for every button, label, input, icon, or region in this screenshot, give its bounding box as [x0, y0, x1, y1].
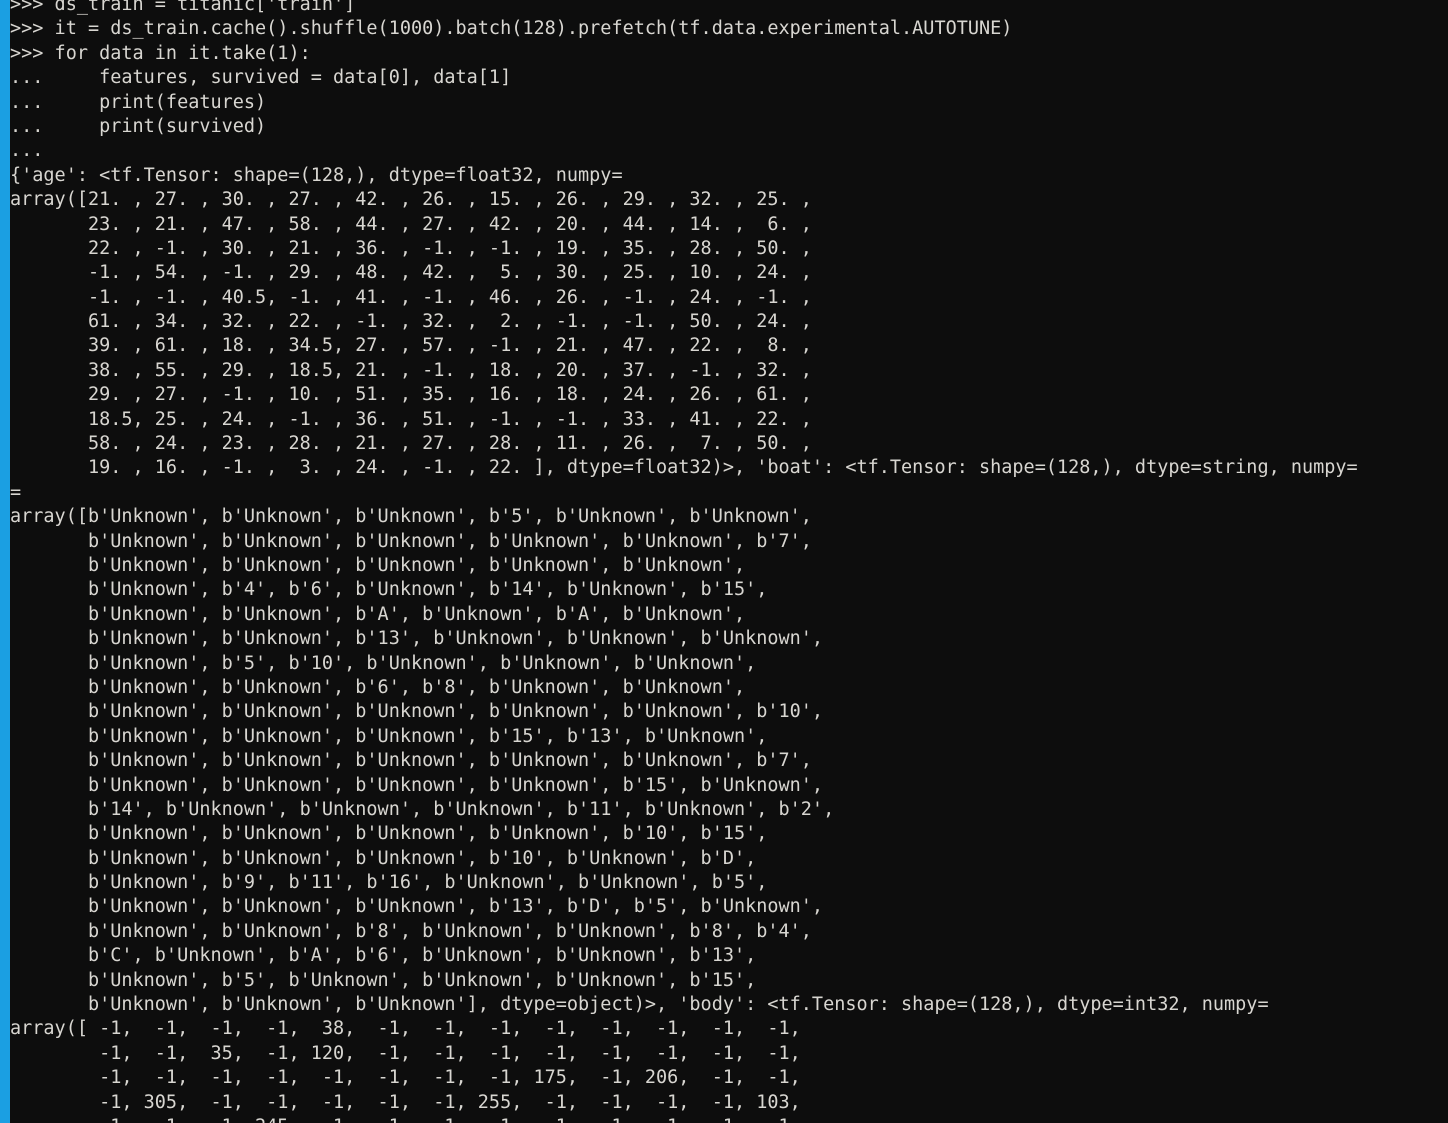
console-line: b'Unknown', b'Unknown', b'8', b'Unknown'… — [10, 920, 812, 942]
console-line: b'Unknown', b'Unknown', b'6', b'8', b'Un… — [10, 676, 746, 698]
console-line: array([ -1, -1, -1, -1, 38, -1, -1, -1, … — [10, 1018, 801, 1040]
console-line: b'Unknown', b'5', b'Unknown', b'Unknown'… — [10, 969, 757, 991]
console-line: 19. , 16. , -1. , 3. , 24. , -1. , 22. ]… — [10, 457, 1358, 479]
console-line: = — [10, 481, 22, 503]
console-line: b'Unknown', b'Unknown', b'Unknown', b'Un… — [10, 750, 812, 772]
console-line: b'Unknown', b'Unknown', b'13', b'Unknown… — [10, 628, 824, 650]
console-line: >>> for data in it.take(1): — [10, 42, 311, 64]
console-line: b'Unknown', b'Unknown', b'Unknown', b'13… — [10, 896, 824, 918]
console-line: ... features, survived = data[0], data[1… — [10, 67, 512, 89]
console-line: 38. , 55. , 29. , 18.5, 21. , -1. , 18. … — [10, 359, 812, 381]
terminal-window: >>> ds_train = titanic['train'] >>> it = … — [0, 0, 1448, 1123]
console-line: -1, -1, -1, 245, -1, -1, -1, -1, -1, -1,… — [10, 1115, 1448, 1123]
console-line: 29. , 27. , -1. , 10. , 51. , 35. , 16. … — [10, 384, 812, 406]
console-line: 39. , 61. , 18. , 34.5, 27. , 57. , -1. … — [10, 335, 812, 357]
console-line: b'Unknown', b'Unknown', b'Unknown', b'Un… — [10, 823, 768, 845]
console-line: b'Unknown', b'Unknown', b'Unknown', b'Un… — [10, 554, 746, 576]
console-line: b'Unknown', b'5', b'10', b'Unknown', b'U… — [10, 652, 757, 674]
window-accent-bar — [0, 0, 10, 1123]
console-line: b'Unknown', b'Unknown', b'Unknown', b'10… — [10, 847, 757, 869]
console-line: 58. , 24. , 23. , 28. , 21. , 27. , 28. … — [10, 433, 812, 455]
console-line: ... print(survived) — [10, 115, 267, 137]
console-line: >>> ds_train = titanic['train'] — [10, 0, 356, 15]
console-line: array([b'Unknown', b'Unknown', b'Unknown… — [10, 506, 812, 528]
console-line: b'Unknown', b'4', b'6', b'Unknown', b'14… — [10, 579, 768, 601]
console-line: -1. , 54. , -1. , 29. , 48. , 42. , 5. ,… — [10, 262, 812, 284]
console-line: -1, -1, -1, -1, -1, -1, -1, -1, 175, -1,… — [10, 1067, 801, 1089]
console-line: b'Unknown', b'Unknown', b'Unknown', b'Un… — [10, 701, 824, 723]
console-line: -1, -1, 35, -1, 120, -1, -1, -1, -1, -1,… — [10, 1042, 801, 1064]
console-line: 22. , -1. , 30. , 21. , 36. , -1. , -1. … — [10, 237, 812, 259]
console-line: >>> it = ds_train.cache().shuffle(1000).… — [10, 18, 1013, 40]
console-line: -1, 305, -1, -1, -1, -1, -1, 255, -1, -1… — [10, 1091, 801, 1113]
console-line: ... — [10, 140, 44, 162]
console-line: b'C', b'Unknown', b'A', b'6', b'Unknown'… — [10, 945, 757, 967]
console-line: ... print(features) — [10, 91, 267, 113]
console-line: b'Unknown', b'Unknown', b'Unknown', b'Un… — [10, 530, 812, 552]
console-output[interactable]: >>> ds_train = titanic['train'] >>> it = … — [10, 0, 1448, 1123]
terminal-screen[interactable]: >>> ds_train = titanic['train'] >>> it = … — [10, 0, 1448, 1123]
console-line: 23. , 21. , 47. , 58. , 44. , 27. , 42. … — [10, 213, 812, 235]
console-line: b'Unknown', b'Unknown', b'Unknown', b'15… — [10, 725, 768, 747]
console-line: 61. , 34. , 32. , 22. , -1. , 32. , 2. ,… — [10, 311, 812, 333]
console-line: b'Unknown', b'9', b'11', b'16', b'Unknow… — [10, 872, 768, 894]
console-line: b'Unknown', b'Unknown', b'Unknown', b'Un… — [10, 774, 824, 796]
console-line: 18.5, 25. , 24. , -1. , 36. , 51. , -1. … — [10, 408, 812, 430]
console-line: b'14', b'Unknown', b'Unknown', b'Unknown… — [10, 798, 835, 820]
console-line: b'Unknown', b'Unknown', b'A', b'Unknown'… — [10, 603, 746, 625]
console-line: array([21. , 27. , 30. , 27. , 42. , 26.… — [10, 189, 812, 211]
console-line: b'Unknown', b'Unknown', b'Unknown'], dty… — [10, 994, 1269, 1016]
console-line: {'age': <tf.Tensor: shape=(128,), dtype=… — [10, 164, 623, 186]
console-line: -1. , -1. , 40.5, -1. , 41. , -1. , 46. … — [10, 286, 812, 308]
